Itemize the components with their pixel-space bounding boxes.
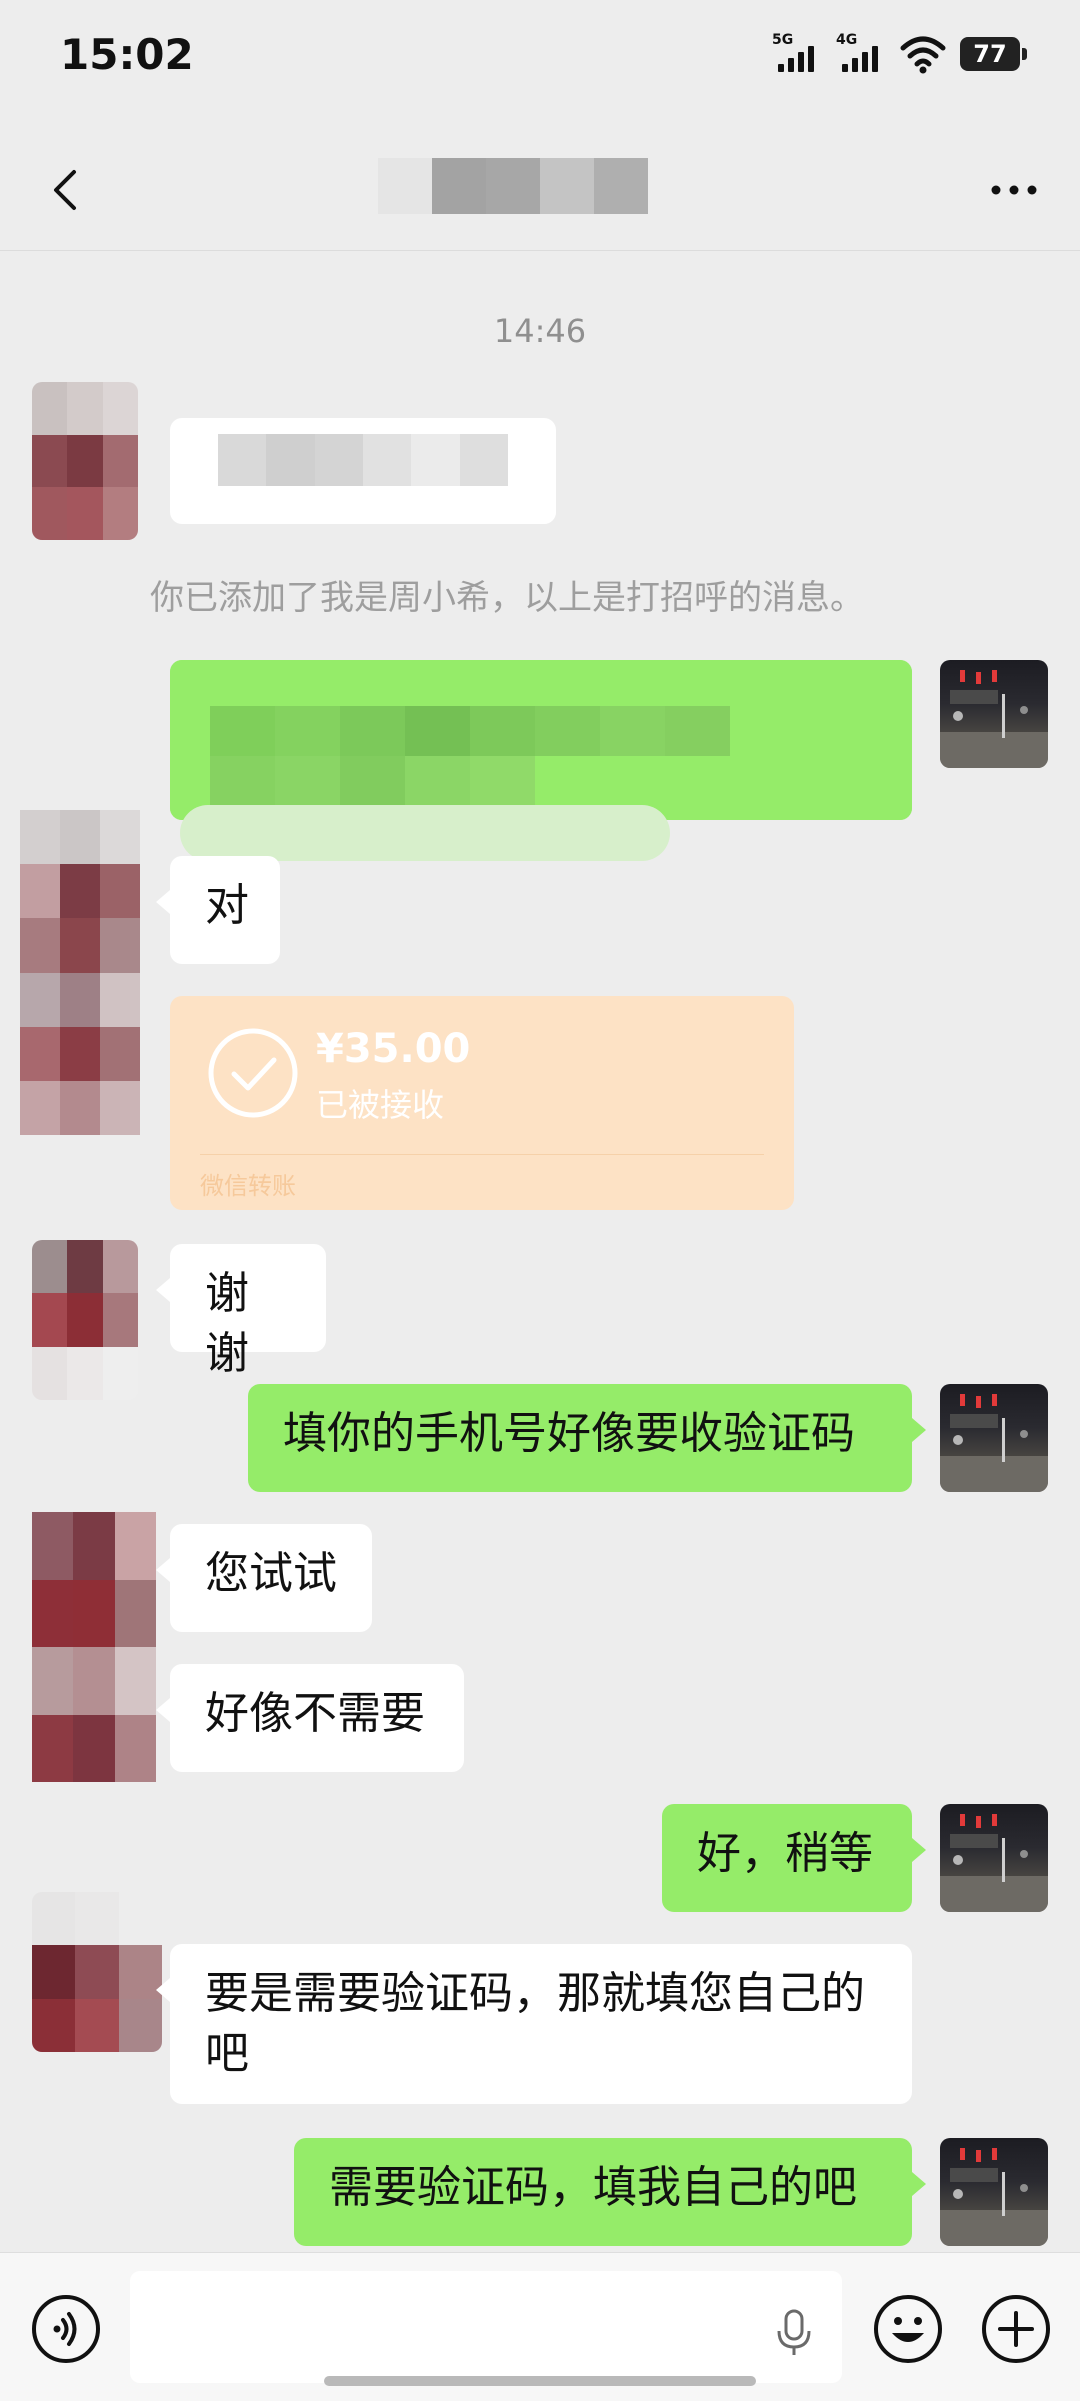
message-text: 对 xyxy=(205,880,249,931)
status-bar: 15:02 5G 4G 77 xyxy=(0,0,1080,120)
message-text: 要是需要验证码，那就填您自己的吧 xyxy=(205,1968,865,2079)
signal-4g-icon: 4G xyxy=(836,32,886,76)
chat-title-redacted xyxy=(378,158,648,214)
status-time: 15:02 xyxy=(60,30,194,79)
signal-5g-icon: 5G xyxy=(772,32,822,76)
transfer-card[interactable]: ¥35.00 已被接收 微信转账 xyxy=(170,996,794,1210)
contact-avatar[interactable] xyxy=(32,1512,156,1782)
contact-avatar[interactable] xyxy=(32,1892,162,2052)
emoji-icon[interactable] xyxy=(872,2293,944,2365)
message-timestamp: 14:46 xyxy=(493,312,587,350)
incoming-message[interactable]: 谢谢 xyxy=(156,1244,326,1379)
divider xyxy=(200,1154,764,1155)
home-indicator[interactable] xyxy=(324,2376,756,2386)
incoming-message[interactable]: 要是需要验证码，那就填您自己的吧 xyxy=(156,1944,912,2104)
battery-icon: 77 xyxy=(960,37,1027,71)
message-input[interactable] xyxy=(130,2271,842,2383)
message-text: 您试试 xyxy=(205,1548,337,1599)
plus-icon[interactable] xyxy=(980,2293,1052,2365)
more-dots-icon[interactable] xyxy=(982,158,1046,222)
incoming-message-redacted[interactable] xyxy=(170,418,556,524)
chevron-left-icon[interactable] xyxy=(36,158,100,222)
message-text: 好像不需要 xyxy=(205,1688,425,1739)
self-avatar[interactable] xyxy=(940,1804,1048,1912)
redaction-overlay xyxy=(180,805,670,861)
transfer-brand: 微信转账 xyxy=(200,1172,296,1200)
transfer-status: 已被接收 xyxy=(316,1086,445,1124)
contact-avatar[interactable] xyxy=(20,810,140,1135)
outgoing-message[interactable]: 好，稍等 xyxy=(662,1804,926,1912)
contact-avatar[interactable] xyxy=(32,1240,138,1400)
check-circle-icon xyxy=(208,1028,298,1118)
self-avatar[interactable] xyxy=(940,660,1048,768)
microphone-icon[interactable] xyxy=(774,2309,814,2357)
wifi-icon xyxy=(900,36,946,74)
outgoing-message[interactable]: 需要验证码，填我自己的吧 xyxy=(294,2138,926,2246)
voice-mode-icon[interactable] xyxy=(30,2293,102,2365)
outgoing-message[interactable]: 填你的手机号好像要收验证码 xyxy=(248,1384,926,1492)
incoming-message[interactable]: 好像不需要 xyxy=(156,1664,464,1772)
incoming-message[interactable]: 您试试 xyxy=(156,1524,372,1632)
system-notice: 你已添加了我是周小希，以上是打招呼的消息。 xyxy=(150,578,864,618)
message-text: 需要验证码，填我自己的吧 xyxy=(329,2162,857,2213)
battery-level: 77 xyxy=(973,40,1007,68)
self-avatar[interactable] xyxy=(940,1384,1048,1492)
transfer-amount: ¥35.00 xyxy=(316,1026,471,1072)
status-icons: 5G 4G 77 xyxy=(772,32,1027,76)
message-text: 好，稍等 xyxy=(697,1828,873,1879)
outgoing-message-redacted[interactable] xyxy=(170,660,912,820)
self-avatar[interactable] xyxy=(940,2138,1048,2246)
contact-avatar[interactable] xyxy=(32,382,138,540)
message-text: 谢谢 xyxy=(205,1268,249,1379)
incoming-message[interactable]: 对 xyxy=(156,856,280,964)
message-text: 填你的手机号好像要收验证码 xyxy=(283,1408,855,1459)
chat-header xyxy=(0,130,1080,251)
